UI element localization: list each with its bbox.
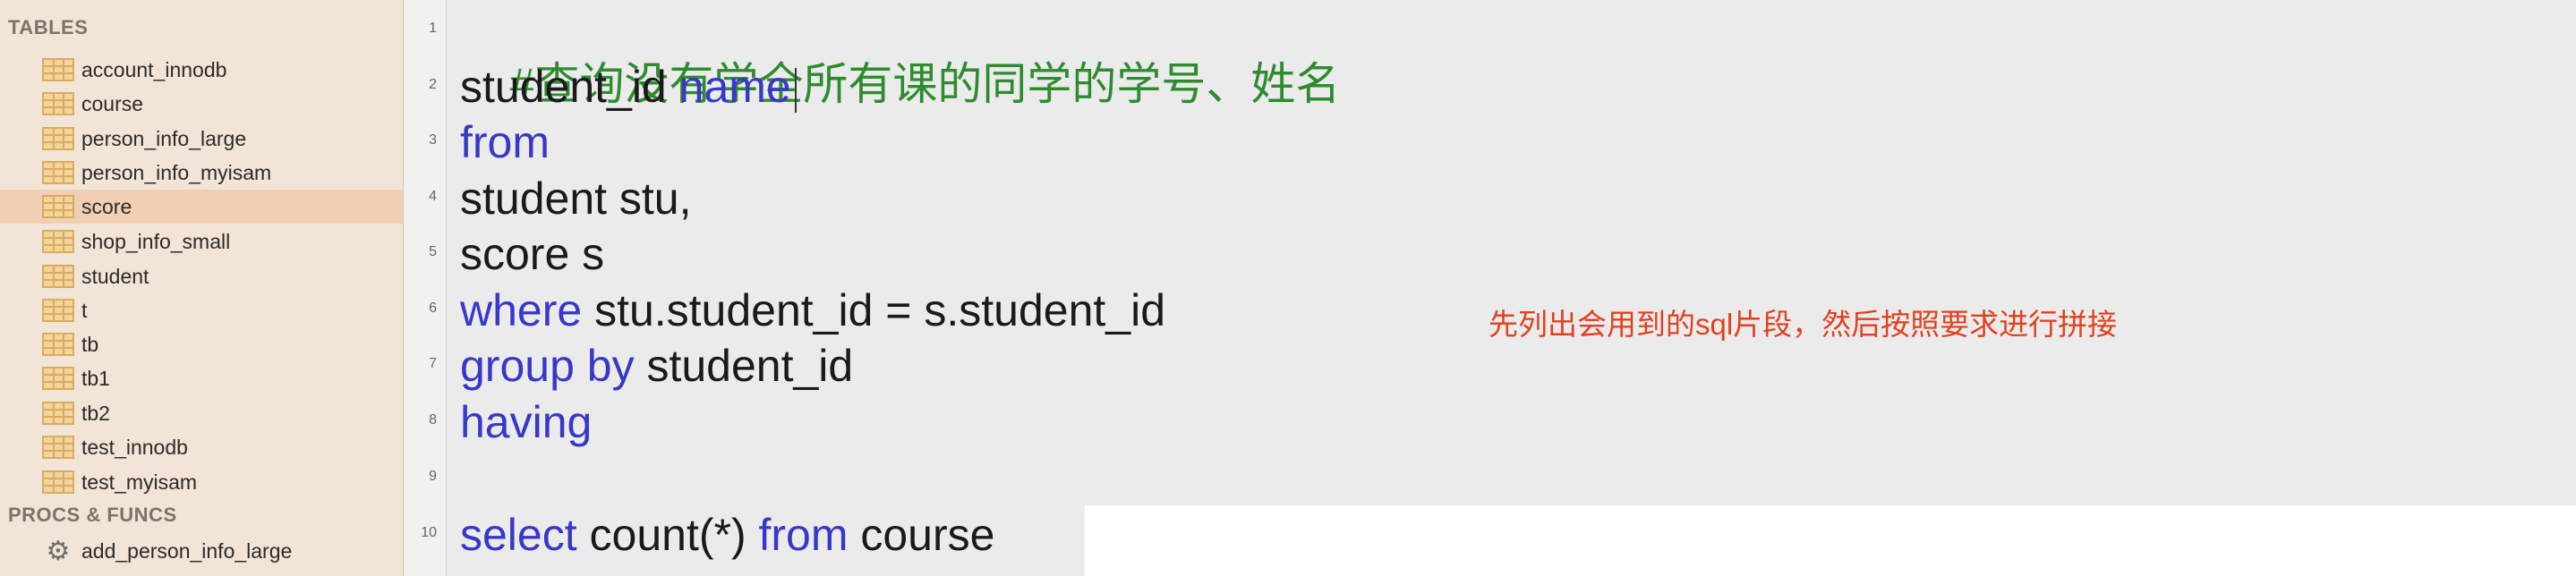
sidebar-item-add_person_info_large[interactable]: ⚙ add_person_info_large <box>0 534 403 568</box>
sidebar-item-t[interactable]: t <box>0 293 403 327</box>
sidebar-item-label: add_person_info_large <box>81 539 293 563</box>
sidebar-item-label: test_innodb <box>81 436 188 459</box>
code-text: course <box>848 510 995 560</box>
code-line-2[interactable]: student_id name <box>460 60 797 114</box>
code-keyword: having <box>460 397 593 447</box>
sidebar-item-label: test_myisam <box>81 470 198 494</box>
code-keyword: group by <box>460 341 635 391</box>
sidebar-item-tb1[interactable]: tb1 <box>0 361 403 395</box>
sidebar-item-course[interactable]: course <box>0 87 403 121</box>
line-number: 8 <box>429 412 437 428</box>
sidebar: TABLES account_innodb course person_info… <box>0 0 404 576</box>
sidebar-item-test_myisam[interactable]: test_myisam <box>0 465 403 499</box>
line-number: 7 <box>429 356 437 371</box>
code-text: count(*) <box>576 510 759 560</box>
code-text: stu.student_id = s.student_id <box>582 285 1166 335</box>
sidebar-item-person_info_large[interactable]: person_info_large <box>0 122 403 156</box>
code-text: student stu, <box>460 174 692 224</box>
editor-current-line-highlight <box>1085 505 2576 576</box>
sidebar-item-account_innodb[interactable]: account_innodb <box>0 53 403 87</box>
sidebar-item-score[interactable]: score <box>0 190 403 224</box>
tables-section-header: TABLES <box>8 16 89 38</box>
code-line-6[interactable]: where stu.student_id = s.student_id <box>460 284 1165 337</box>
table-icon <box>42 402 74 425</box>
sidebar-item-shop_info_small[interactable]: shop_info_small <box>0 224 403 258</box>
sidebar-item-label: tb2 <box>81 402 110 425</box>
text-caret <box>794 67 797 113</box>
sidebar-item-test_innodb[interactable]: test_innodb <box>0 430 403 464</box>
code-keyword: where <box>460 285 583 335</box>
gear-icon: ⚙ <box>46 537 71 566</box>
sidebar-item-label: person_info_myisam <box>81 161 272 184</box>
code-keyword: from <box>758 510 849 560</box>
annotation-note: 先列出会用到的sql片段，然后按照要求进行拼接 <box>1488 308 2118 341</box>
line-number: 4 <box>429 189 437 204</box>
sidebar-item-label: tb <box>81 333 99 356</box>
sql-editor[interactable]: #查询没有学全所有课的同学的学号、姓名 student_id name from… <box>447 0 2576 576</box>
line-number: 9 <box>429 469 437 484</box>
table-icon <box>42 230 74 253</box>
code-text: score s <box>460 229 605 279</box>
line-number: 2 <box>429 77 437 92</box>
line-number: 5 <box>429 244 437 259</box>
table-icon <box>42 299 74 322</box>
code-text: student_id <box>634 341 854 391</box>
sidebar-item-label: score <box>81 195 132 218</box>
table-icon <box>42 436 74 459</box>
line-number: 6 <box>429 301 437 316</box>
line-number-gutter: 1 2 3 4 5 6 7 8 9 10 <box>404 0 447 576</box>
sidebar-item-label: tb1 <box>81 367 110 390</box>
table-icon <box>42 333 74 356</box>
table-icon <box>42 265 74 288</box>
table-icon <box>42 195 74 218</box>
line-number: 10 <box>421 525 437 540</box>
sidebar-item-student[interactable]: student <box>0 259 403 293</box>
code-line-8[interactable]: having <box>460 395 592 449</box>
code-keyword: name <box>678 62 791 112</box>
code-line-4[interactable]: student stu, <box>460 172 692 225</box>
sidebar-item-label: course <box>81 92 144 115</box>
code-text: student_id <box>460 62 679 112</box>
procs-section-header: PROCS & FUNCS <box>8 504 177 526</box>
line-number: 1 <box>429 21 437 36</box>
table-icon <box>42 470 74 494</box>
code-line-7[interactable]: group by student_id <box>460 339 853 393</box>
sidebar-item-label: account_innodb <box>81 58 227 81</box>
sidebar-item-tb2[interactable]: tb2 <box>0 396 403 430</box>
code-keyword: from <box>460 117 550 167</box>
code-line-10[interactable]: select count(*) from course <box>460 508 994 562</box>
sidebar-item-label: t <box>81 299 88 322</box>
sidebar-item-label: person_info_large <box>81 127 247 150</box>
sidebar-item-tb[interactable]: tb <box>0 327 403 361</box>
sidebar-item-label: shop_info_small <box>81 230 231 253</box>
sidebar-item-label: student <box>81 265 149 288</box>
table-icon <box>42 367 74 390</box>
sidebar-item-person_info_myisam[interactable]: person_info_myisam <box>0 156 403 190</box>
table-icon <box>42 161 74 184</box>
table-icon <box>42 58 74 81</box>
table-icon <box>42 127 74 150</box>
line-number: 3 <box>429 132 437 148</box>
table-icon <box>42 92 74 115</box>
code-line-3[interactable]: from <box>460 115 550 169</box>
code-line-5[interactable]: score s <box>460 227 604 281</box>
code-keyword: select <box>460 510 577 560</box>
